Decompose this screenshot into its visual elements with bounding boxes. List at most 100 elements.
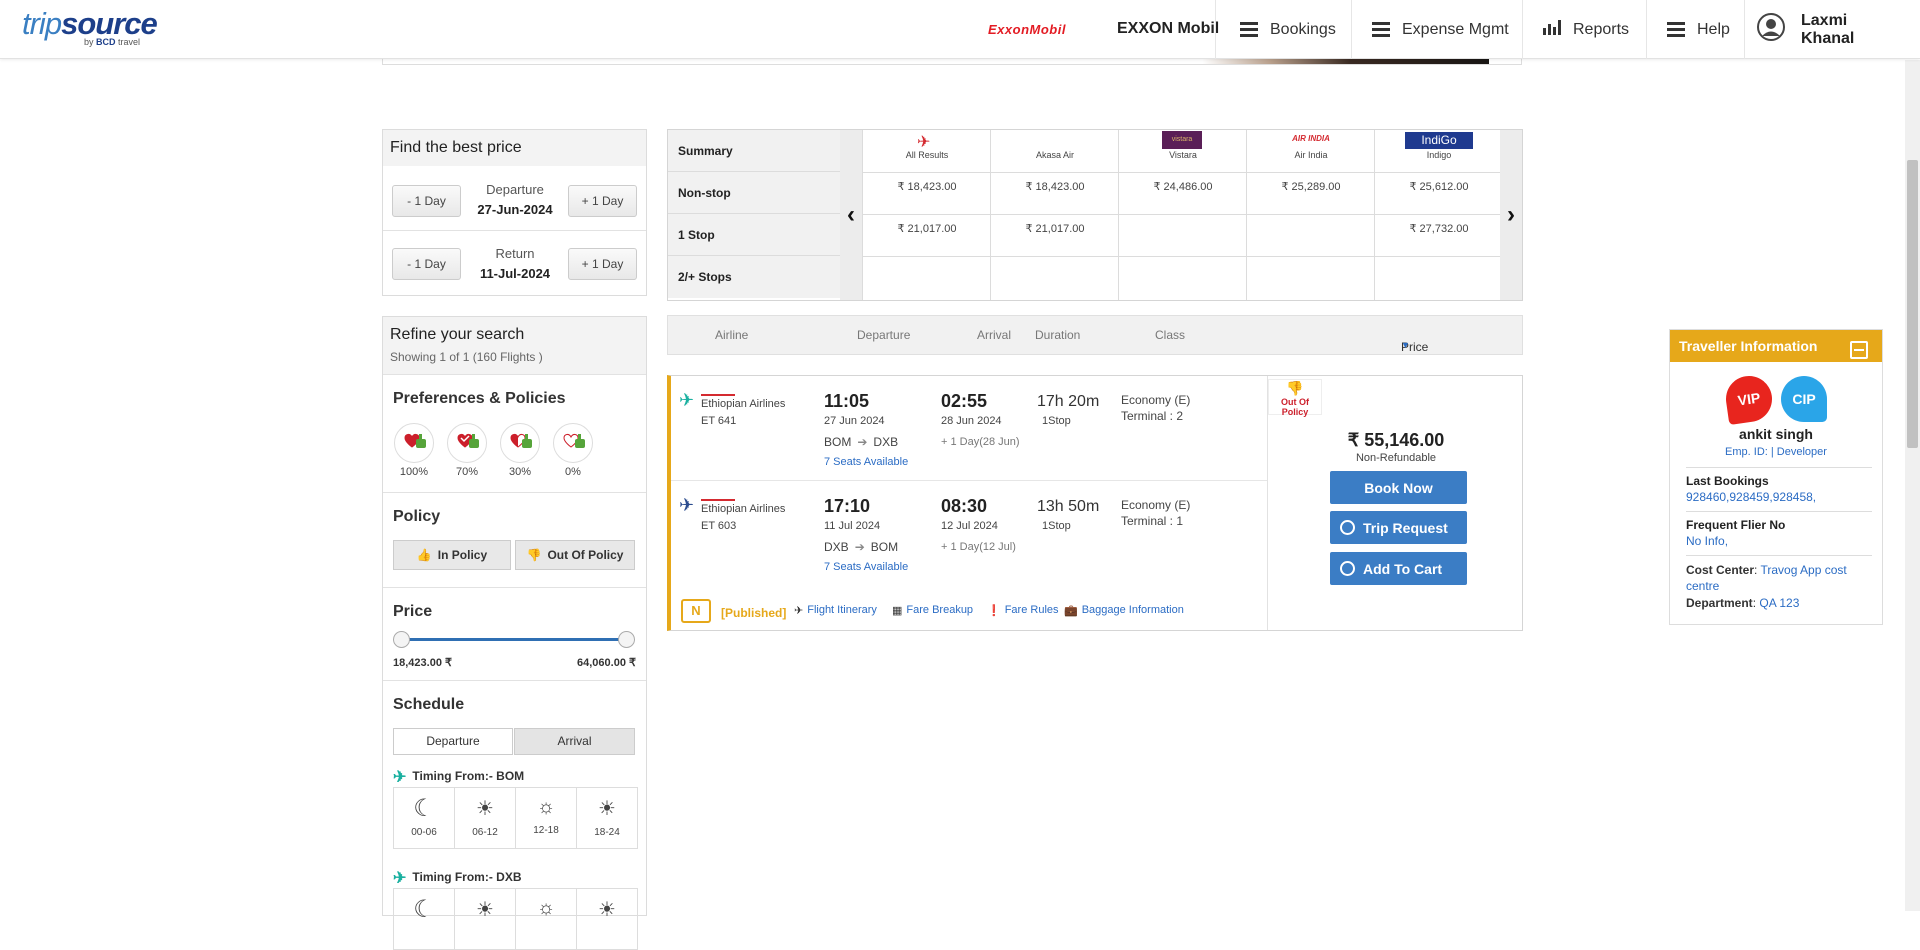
menu-icon xyxy=(1372,19,1390,40)
baggage-information-link[interactable]: 💼 Baggage Information xyxy=(1064,604,1184,617)
sort-arrival[interactable]: Arrival xyxy=(977,328,1011,342)
preferences-section: Preferences & Policies 100% 70% 30% 0% xyxy=(383,374,646,492)
time-slot-06-12[interactable]: ☀ 06-12 xyxy=(454,787,516,849)
price-slider-max-handle[interactable] xyxy=(618,631,635,648)
schedule-title: Schedule xyxy=(393,696,465,713)
trip-request-button[interactable]: Trip Request xyxy=(1330,511,1467,544)
thumbs-up-icon: 👍 xyxy=(416,548,432,562)
sort-departure[interactable]: Departure xyxy=(857,328,910,342)
airline-name: Ethiopian Airlines xyxy=(701,503,786,515)
refine-search-panel: Refine your search Showing 1 of 1 (160 F… xyxy=(382,316,647,950)
sort-duration[interactable]: Duration xyxy=(1035,328,1080,342)
preference-0-button[interactable] xyxy=(553,423,593,463)
departure-date: 27 Jun 2024 xyxy=(824,415,885,427)
thumbs-down-icon: 👎 xyxy=(1286,380,1304,396)
moon-icon: ☾ xyxy=(413,795,435,822)
departure-date: 11 Jul 2024 xyxy=(824,520,881,532)
sunset-icon: ☀ xyxy=(598,798,616,820)
in-policy-button[interactable]: 👍 In Policy xyxy=(393,540,511,570)
summary-col-vistara[interactable]: vistara Vistara ₹ 24,486.00 xyxy=(1118,130,1246,300)
thumbs-down-icon: 👎 xyxy=(526,548,542,562)
summary-matrix: Summary Non-stop 1 Stop 2/+ Stops ‹ ✈ Al… xyxy=(667,129,1523,301)
price-cell[interactable]: ₹ 24,486.00 xyxy=(1119,180,1247,193)
seats-available-link[interactable]: 7 Seats Available xyxy=(824,561,908,573)
price-cell[interactable]: ₹ 25,289.00 xyxy=(1247,180,1375,193)
price-cell[interactable]: ₹ 21,017.00 xyxy=(991,222,1119,235)
return-minus-day-button[interactable]: - 1 Day xyxy=(392,248,461,280)
employee-info: Emp. ID: | Developer xyxy=(1725,446,1827,458)
find-price-title: Find the best price xyxy=(383,130,646,166)
total-price: ₹ 55,146.00 xyxy=(1347,430,1445,450)
last-bookings-value[interactable]: 928460,928459,928458, xyxy=(1686,490,1816,504)
nav-reports[interactable]: Reports xyxy=(1522,0,1646,59)
book-now-button[interactable]: Book Now xyxy=(1330,471,1467,504)
out-of-policy-button[interactable]: 👎 Out Of Policy xyxy=(515,540,635,570)
price-title: Price xyxy=(393,603,433,620)
plane-icon: ✈ xyxy=(917,134,931,151)
preference-30-button[interactable] xyxy=(500,423,540,463)
sort-airline[interactable]: Airline xyxy=(715,328,748,342)
time-slot-06-12[interactable]: ☀ xyxy=(454,888,516,950)
scrollbar-thumb[interactable] xyxy=(1907,160,1918,448)
time-slot-18-24[interactable]: ☀ xyxy=(576,888,638,950)
sort-class[interactable]: Class xyxy=(1155,328,1185,342)
schedule-arrival-tab[interactable]: Arrival xyxy=(514,728,635,755)
price-cell[interactable]: ₹ 25,612.00 xyxy=(1375,180,1503,193)
plane-icon: ✈ xyxy=(679,390,695,410)
fare-breakup-link[interactable]: ▦ Fare Breakup xyxy=(892,604,973,617)
nav-bookings[interactable]: Bookings xyxy=(1215,0,1351,59)
time-slot-00-06[interactable]: ☾ 00-06 xyxy=(393,787,455,849)
nav-help[interactable]: Help xyxy=(1646,0,1744,59)
time-slot-18-24[interactable]: ☀ 18-24 xyxy=(576,787,638,849)
fare-rules-link[interactable]: ❗ Fare Rules xyxy=(987,604,1059,617)
schedule-departure-tab[interactable]: Departure xyxy=(393,728,513,755)
summary-col-air-india[interactable]: AIR INDIA Air India ₹ 25,289.00 xyxy=(1246,130,1374,300)
add-to-cart-button[interactable]: Add To Cart xyxy=(1330,552,1467,585)
time-slot-12-18[interactable]: ☼ 12-18 xyxy=(515,787,577,849)
summary-col-akasa[interactable]: Akasa Air ₹ 18,423.00 ₹ 21,017.00 xyxy=(990,130,1118,300)
divider xyxy=(1686,511,1872,512)
time-slot-12-18[interactable]: ☼ xyxy=(515,888,577,950)
price-cell[interactable]: ₹ 27,732.00 xyxy=(1375,222,1503,235)
summary-col-indigo[interactable]: IndiGo Indigo ₹ 25,612.00 ₹ 27,732.00 xyxy=(1374,130,1502,300)
department: Department: QA 123 xyxy=(1686,596,1800,610)
flight-itinerary-link[interactable]: ✈ Flight Itinerary xyxy=(794,604,877,617)
price-cell[interactable]: ₹ 18,423.00 xyxy=(991,180,1119,193)
summary-next-arrow[interactable]: › xyxy=(1500,130,1522,300)
time-slot-00-06[interactable]: ☾ xyxy=(393,888,455,950)
divider xyxy=(383,230,646,231)
results-sort-header: Airline Departure Arrival Duration Class… xyxy=(667,315,1523,355)
user-menu[interactable]: Laxmi Khanal xyxy=(1744,0,1905,59)
results-count: Showing 1 of 1 (160 Flights ) xyxy=(390,350,543,364)
departure-plus-day-button[interactable]: + 1 Day xyxy=(568,185,637,217)
sunset-icon: ☀ xyxy=(598,899,616,921)
price-slider-min-handle[interactable] xyxy=(393,631,410,648)
return-plus-day-button[interactable]: + 1 Day xyxy=(568,248,637,280)
flight-result-card: ✈ Ethiopian Airlines ET 641 11:05 27 Jun… xyxy=(667,375,1523,631)
last-bookings-label: Last Bookings xyxy=(1686,474,1769,488)
price-cell[interactable]: ₹ 18,423.00 xyxy=(863,180,991,193)
sunrise-icon: ☀ xyxy=(476,899,494,921)
fare-type-label: [Published] xyxy=(721,606,787,620)
price-cell[interactable]: ₹ 21,017.00 xyxy=(863,222,991,235)
summary-prev-arrow[interactable]: ‹ xyxy=(840,130,862,300)
departure-time: 17:10 xyxy=(824,496,871,516)
collapse-icon[interactable] xyxy=(1850,341,1868,359)
policy-badge: 👎 Out Of Policy xyxy=(1268,379,1322,417)
departure-time: 11:05 xyxy=(824,391,870,411)
schedule-section: Schedule Departure Arrival ✈ Timing From:… xyxy=(383,680,646,950)
departure-minus-day-button[interactable]: - 1 Day xyxy=(392,185,461,217)
airline-name: Vistara xyxy=(1169,150,1197,160)
preference-70-button[interactable] xyxy=(447,423,487,463)
logo-subtitle: by BCD travel xyxy=(84,37,141,47)
moon-icon: ☾ xyxy=(413,896,435,923)
seats-available-link[interactable]: 7 Seats Available xyxy=(824,456,908,468)
route: DXB ➔ BOM xyxy=(824,540,899,554)
preference-100-button[interactable] xyxy=(394,423,434,463)
duration: 17h 20m xyxy=(1037,393,1100,410)
preference-70-label: 70% xyxy=(455,466,479,478)
traveller-info-header: Traveller Information xyxy=(1670,330,1882,362)
summary-col-all-results[interactable]: ✈ All Results ₹ 18,423.00 ₹ 21,017.00 xyxy=(862,130,990,300)
nav-expense-mgmt[interactable]: Expense Mgmt xyxy=(1351,0,1522,59)
sun-icon: ☼ xyxy=(536,897,556,919)
